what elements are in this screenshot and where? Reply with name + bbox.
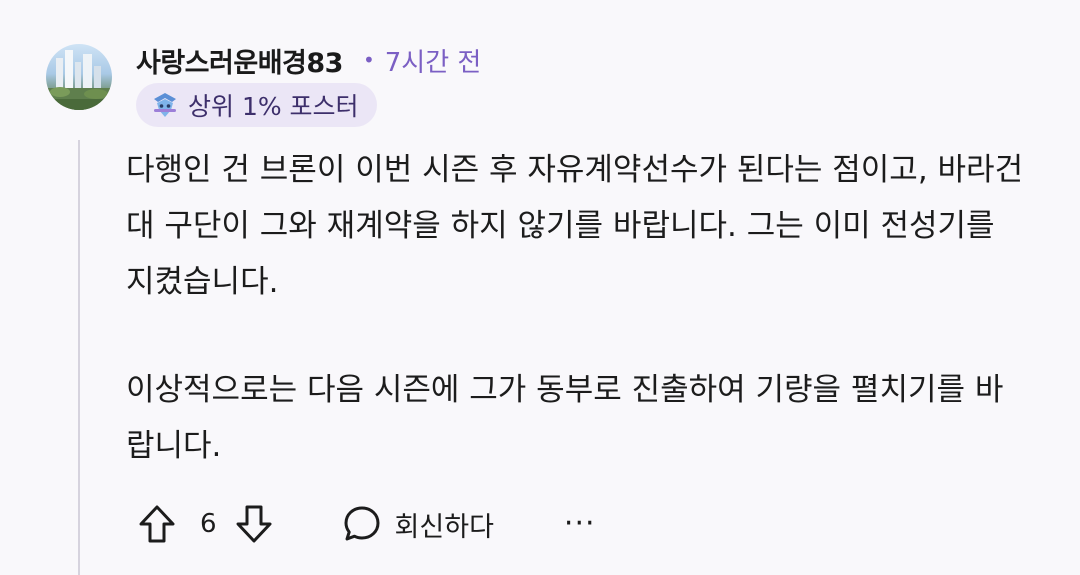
badge-label: 상위 1% 포스터 [188,92,359,121]
speech-bubble-icon [344,506,380,541]
reply-button[interactable]: 회신하다 [341,503,494,545]
arrow-up-icon [139,505,175,543]
comment-header: 사랑스러운배경83 • 7시간 전 [136,40,481,80]
comment-paragraph: 이상적으로는 다음 시즌에 그가 동부로 진출하여 기량을 펼치기를 바랍니다. [126,372,1004,464]
comment-paragraph: 다행인 건 브론이 이번 시즌 후 자유계약선수가 된다는 점이고, 바라건대 … [126,152,1024,300]
author-name[interactable]: 사랑스러운배경83 [136,41,343,80]
upvote-button[interactable] [134,501,180,547]
avatar[interactable] [46,44,112,110]
downvote-button[interactable] [231,501,277,547]
avatar-image [46,50,112,110]
top-poster-icon [150,90,180,120]
comment-body: 다행인 건 브론이 이번 시즌 후 자유계약선수가 된다는 점이고, 바라건대 … [126,142,1026,474]
more-options-button[interactable]: ··· [564,509,596,539]
top-poster-badge: 상위 1% 포스터 [136,83,377,127]
timestamp: 7시간 전 [384,47,482,78]
arrow-down-icon [236,505,272,543]
comment: 사랑스러운배경83 • 7시간 전 상위 1% 포스터 다행인 건 브론이 이번… [0,0,1080,575]
separator-dot: • [362,48,375,72]
reply-label: 회신하다 [394,511,494,543]
comment-actions: 6 회신하다 ··· [134,496,596,552]
thread-line[interactable] [78,140,80,575]
vote-count: 6 [200,509,217,539]
